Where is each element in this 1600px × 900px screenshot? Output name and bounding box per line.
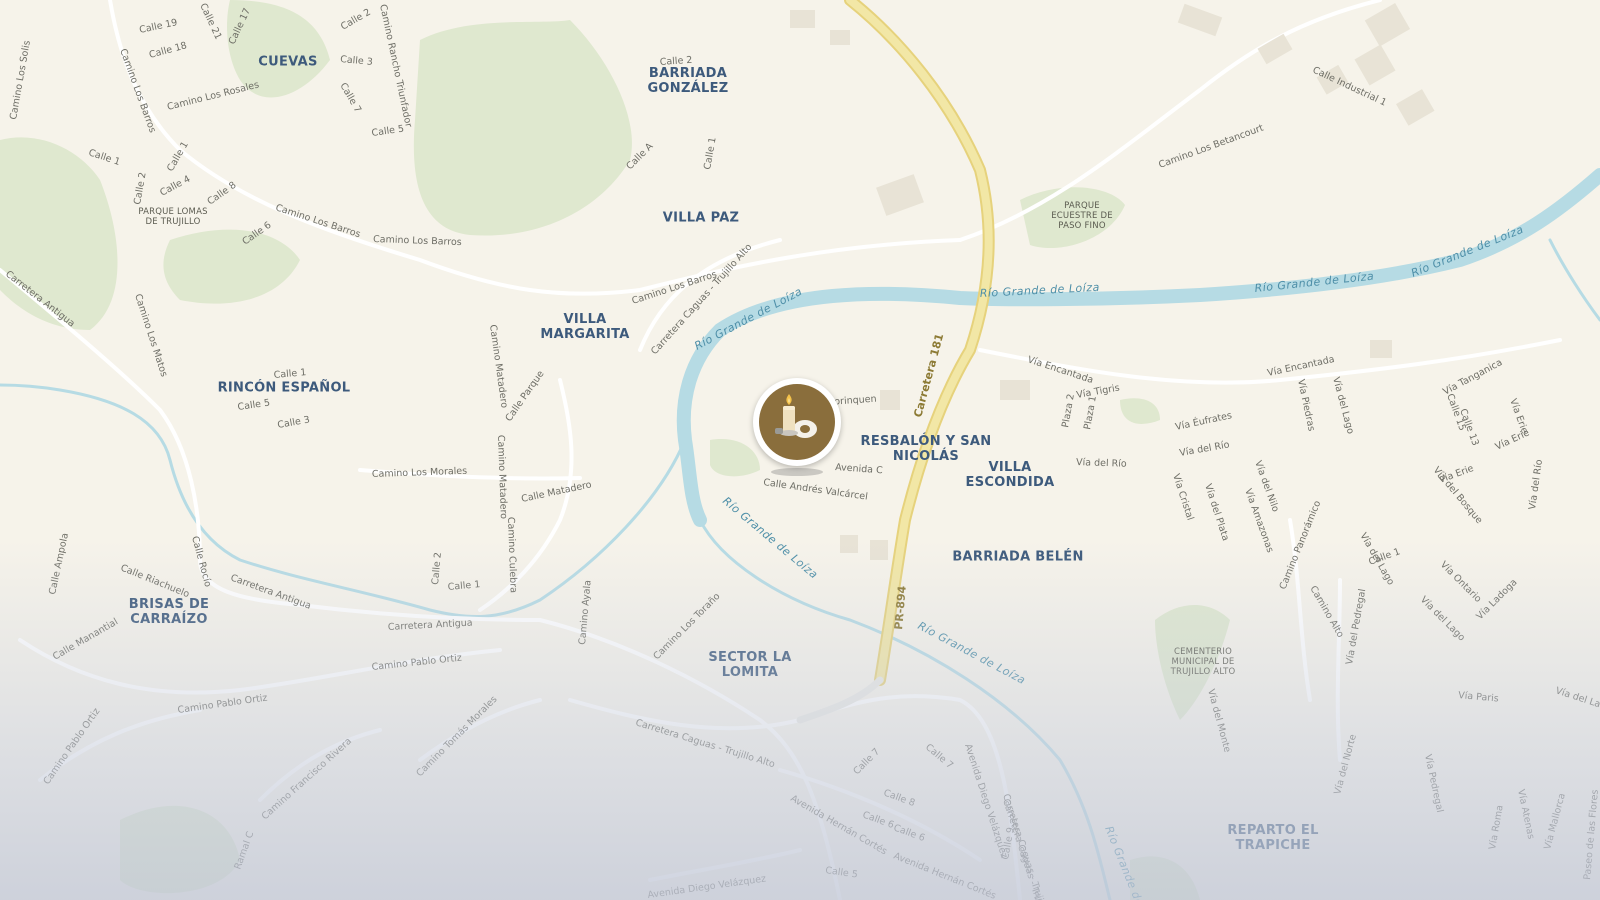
street-label-via-del-rio: Vía del Río: [1076, 457, 1127, 470]
marker-shadow: [771, 468, 823, 476]
candle-icon: [775, 394, 817, 438]
building: [840, 535, 858, 553]
street-label-calle-2: Calle 2: [659, 55, 692, 68]
building: [870, 540, 888, 560]
building: [830, 30, 850, 45]
building: [1370, 340, 1392, 358]
building: [880, 390, 900, 410]
road-pedregal: [1335, 578, 1342, 762]
building: [790, 10, 815, 28]
building: [1000, 380, 1030, 400]
location-marker[interactable]: [753, 378, 841, 476]
